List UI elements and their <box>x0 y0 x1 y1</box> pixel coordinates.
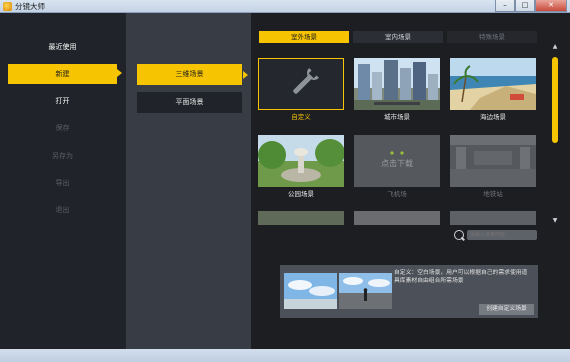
city-scene-image <box>354 58 440 110</box>
nav-item-save-as[interactable]: 另存为 <box>8 146 117 166</box>
scene-label-custom: 自定义 <box>291 113 311 121</box>
nav-item-recent[interactable]: 最近使用 <box>8 37 117 57</box>
scene-type-panel: 三维场景 平面场景 <box>126 13 251 349</box>
tab-outdoor[interactable]: 室外场景 <box>259 31 349 43</box>
search-icon[interactable] <box>454 230 464 240</box>
create-custom-scene-button[interactable]: 创建自定义场景 <box>479 304 534 315</box>
window-controls: – □ ✕ <box>495 0 567 12</box>
minimize-button[interactable]: – <box>495 0 515 12</box>
scene-type-2d[interactable]: 平面场景 <box>137 92 242 113</box>
scene-label-beach: 海边场景 <box>480 113 506 121</box>
scene-thumb-subway[interactable] <box>450 135 536 187</box>
scene-type-3d[interactable]: 三维场景 <box>137 64 242 85</box>
preview-image-sky <box>284 273 337 309</box>
scene-thumb-city[interactable] <box>354 58 440 110</box>
scene-info-panel: 自定义：空白场景，用户可以根据自己的需求使用道具库素材自由组合所需场景 创建自定… <box>280 265 538 318</box>
park-scene-image <box>258 135 344 187</box>
scene-type-arrow-icon <box>243 71 248 79</box>
scene-scrollbar[interactable]: ▲ ▼ <box>551 43 559 225</box>
nav-item-open[interactable]: 打开 <box>8 91 117 111</box>
window-titlebar: 分镜大师 – □ ✕ <box>0 0 570 13</box>
scene-label-park: 公园场景 <box>288 190 314 198</box>
wrench-icon <box>293 68 319 94</box>
scene-thumb-airport[interactable]: 点击下载 <box>354 135 440 187</box>
scroll-down-icon[interactable]: ▼ <box>551 217 559 225</box>
scroll-thumb[interactable] <box>552 57 558 143</box>
scene-thumb-row3-2[interactable] <box>354 211 440 225</box>
close-button[interactable]: ✕ <box>535 0 567 12</box>
scene-browser: 室外场景 室内场景 特殊场景 自定义 城市场景 海边场景 公园场景 点击下载 飞… <box>251 13 566 349</box>
nav-item-exit[interactable]: 退出 <box>8 200 117 220</box>
search-input[interactable] <box>467 230 537 240</box>
scene-thumb-park[interactable] <box>258 135 344 187</box>
nav-item-export[interactable]: 导出 <box>8 173 117 193</box>
nav-active-arrow-icon <box>117 69 122 77</box>
scene-search <box>454 229 537 241</box>
tab-special[interactable]: 特殊场景 <box>447 31 537 43</box>
scene-description: 自定义：空白场景，用户可以根据自己的需求使用道具库素材自由组合所需场景 <box>394 270 528 284</box>
download-overlay-text[interactable]: 点击下载 <box>354 158 440 169</box>
scroll-up-icon[interactable]: ▲ <box>551 43 559 51</box>
maximize-button[interactable]: □ <box>515 0 535 12</box>
nav-item-save[interactable]: 保存 <box>8 118 117 138</box>
scroll-track[interactable] <box>551 51 559 217</box>
subway-scene-image <box>450 135 536 187</box>
scene-label-airport: 飞机场 <box>387 190 407 198</box>
app-logo-icon <box>3 2 12 11</box>
window-bottom-frame <box>0 349 570 362</box>
window-title: 分镜大师 <box>15 2 45 11</box>
scene-thumb-beach[interactable] <box>450 58 536 110</box>
scene-thumb-row3-3[interactable] <box>450 211 536 225</box>
beach-scene-image <box>450 58 536 110</box>
scene-label-city: 城市场景 <box>384 113 410 121</box>
scene-label-subway: 地铁站 <box>483 190 503 198</box>
tab-indoor[interactable]: 室内场景 <box>353 31 443 43</box>
nav-item-new[interactable]: 新建 <box>8 64 117 84</box>
preview-image-figure <box>339 273 392 309</box>
scene-thumb-custom[interactable] <box>258 58 344 110</box>
scene-thumb-row3-1[interactable] <box>258 211 344 225</box>
main-nav: 最近使用 新建 打开 保存 另存为 导出 退出 <box>0 13 126 349</box>
